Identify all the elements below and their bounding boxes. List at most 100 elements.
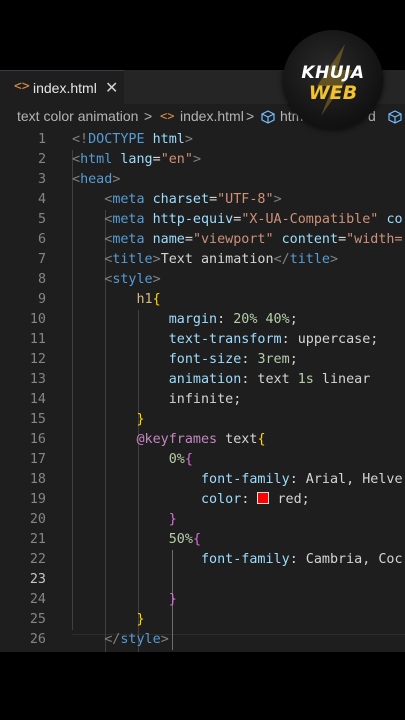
code-token: 3rem <box>257 352 290 367</box>
line-number: 26 <box>29 632 46 647</box>
line-number: 19 <box>29 492 46 507</box>
code-token: "viewport" <box>192 232 274 247</box>
code-line[interactable]: 18 font-family: Arial, Helve <box>0 470 405 490</box>
code-line[interactable]: 19 color: red; <box>0 490 405 510</box>
breadcrumb-file[interactable]: index.html <box>180 108 244 124</box>
line-code: font-family: Arial, Helve <box>72 470 403 490</box>
line-code: animation: text 1s linear <box>72 370 371 390</box>
color-swatch[interactable] <box>257 492 270 504</box>
line-number: 7 <box>37 252 46 267</box>
code-token: { <box>184 452 193 467</box>
code-line[interactable]: 8 <style> <box>0 270 405 290</box>
line-code: <html lang="en"> <box>72 150 201 170</box>
code-token: > <box>160 632 169 647</box>
code-line[interactable]: 6 <meta name="viewport" content="width= <box>0 230 405 250</box>
tab-index-html[interactable]: <> index.html ✕ <box>0 70 124 104</box>
code-token: linear <box>313 372 371 387</box>
code-token: content <box>281 232 339 247</box>
code-line[interactable]: 15 } <box>0 410 405 430</box>
code-line[interactable]: 5 <meta http-equiv="X-UA-Compatible" co <box>0 210 405 230</box>
code-token: h1 <box>136 292 153 307</box>
line-code: font-family: Cambria, Coc <box>72 550 403 570</box>
line-code: @keyframes text{ <box>72 430 266 450</box>
code-token: text <box>217 432 258 447</box>
line-number: 18 <box>29 472 46 487</box>
code-token: } <box>136 612 145 627</box>
code-line[interactable]: 20 } <box>0 510 405 530</box>
code-line[interactable]: 12 font-size: 3rem; <box>0 350 405 370</box>
code-line[interactable]: 13 animation: text 1s linear <box>0 370 405 390</box>
code-line[interactable]: 26 </style> <box>0 630 405 650</box>
line-code: h1{ <box>72 290 161 310</box>
line-code: <style> <box>72 270 160 290</box>
code-token: } <box>168 512 177 527</box>
line-number: 16 <box>29 432 46 447</box>
line-number: 4 <box>37 192 46 207</box>
code-token: meta <box>112 212 145 227</box>
code-line[interactable]: 11 text-transform: uppercase; <box>0 330 405 350</box>
code-line[interactable]: 7 <title>Text animation</title> <box>0 250 405 270</box>
line-code: infinite; <box>72 390 242 410</box>
line-code: margin: 20% 40%; <box>72 310 298 330</box>
code-line[interactable]: 24 } <box>0 590 405 610</box>
code-line[interactable]: 10 margin: 20% 40%; <box>0 310 405 330</box>
code-line[interactable]: 17 0%{ <box>0 450 405 470</box>
code-line[interactable]: 1 <!DOCTYPE html> <box>0 130 405 150</box>
code-token: red; <box>277 492 310 507</box>
line-number: 25 <box>29 612 46 627</box>
code-token: : <box>241 492 258 507</box>
code-line[interactable]: 16 @keyframes text{ <box>0 430 405 450</box>
code-token: @keyframes <box>136 432 218 447</box>
breadcrumb-folder[interactable]: text color animation <box>17 108 138 124</box>
code-line[interactable]: 3 <head> <box>0 170 405 190</box>
line-number: 6 <box>37 232 46 247</box>
code-token: : Cambria, Coc <box>289 552 403 567</box>
code-line[interactable]: 2 <html lang="en"> <box>0 150 405 170</box>
khuja-web-logo: KHUJA WEB <box>283 30 383 130</box>
code-token: > <box>273 192 282 207</box>
code-line[interactable]: 4 <meta charset="UTF-8"> <box>0 190 405 210</box>
code-line[interactable]: 22 font-family: Cambria, Coc <box>0 550 405 570</box>
code-token: : uppercase; <box>281 332 379 347</box>
code-token: font-size <box>168 352 242 367</box>
code-token: co <box>386 212 403 227</box>
code-token: </ <box>273 252 290 267</box>
code-token: "width= <box>346 232 403 247</box>
code-token: { <box>257 432 266 447</box>
code-token: : <box>241 352 258 367</box>
line-code: <meta charset="UTF-8"> <box>72 190 282 210</box>
code-line[interactable]: 9 h1{ <box>0 290 405 310</box>
code-token: { <box>152 292 161 307</box>
code-token: infinite; <box>72 392 242 407</box>
close-icon[interactable]: ✕ <box>105 78 118 98</box>
line-code: <meta name="viewport" content="width= <box>72 230 403 250</box>
line-number: 15 <box>29 412 46 427</box>
code-line[interactable]: 23 <box>0 570 405 590</box>
code-line[interactable]: 14 infinite; <box>0 390 405 410</box>
code-token: > <box>330 252 339 267</box>
code-token: margin <box>168 312 218 327</box>
code-token: > <box>184 132 193 147</box>
code-token: > <box>192 152 201 167</box>
line-number: 14 <box>29 392 46 407</box>
code-token: "en" <box>160 152 193 167</box>
code-line[interactable]: 21 50%{ <box>0 530 405 550</box>
code-line[interactable]: 25 } <box>0 610 405 630</box>
code-token: style <box>112 272 153 287</box>
line-number: 5 <box>37 212 46 227</box>
code-token: { <box>192 532 201 547</box>
code-token: 1s <box>297 372 314 387</box>
code-token: > <box>112 172 121 187</box>
code-editor[interactable]: <> index.html ✕ text color animation > <… <box>0 70 405 652</box>
line-number: 22 <box>29 552 46 567</box>
line-code: } <box>72 510 177 530</box>
tab-label: index.html <box>33 80 97 96</box>
code-token: animation <box>168 372 242 387</box>
